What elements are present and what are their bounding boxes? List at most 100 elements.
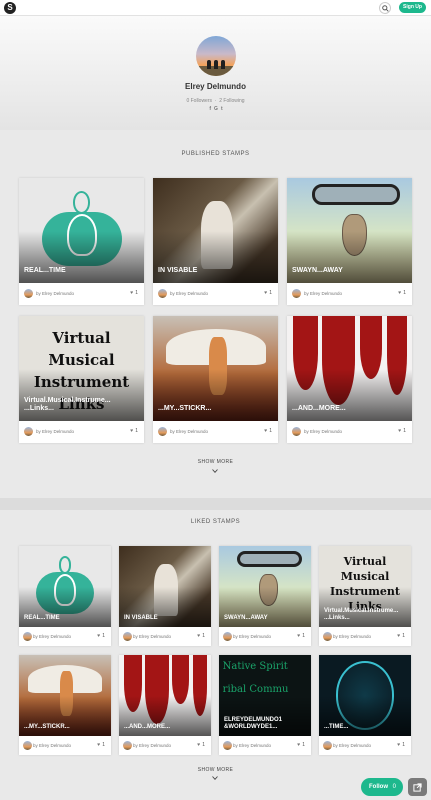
stamp-card[interactable]: VirtualMusicalInstrumentLinksVirtual.Mus… [319, 546, 411, 646]
author-avatar[interactable] [123, 632, 132, 641]
stamp-author[interactable]: by Elrey Delmundo [304, 429, 342, 434]
stamp-title[interactable]: ELREYDELMUNDO1 &WORLDWYDE1... [224, 717, 306, 731]
stamp-card[interactable]: REAL...TIME by Elrey Delmundo ♥ 1 [19, 546, 111, 646]
stamp-title[interactable]: ...MY...STICKR... [24, 724, 106, 731]
stamp-author[interactable]: by Elrey Delmundo [133, 634, 171, 639]
stamp-author[interactable]: by Elrey Delmundo [36, 291, 74, 296]
like-button[interactable]: ♥ 1 [197, 633, 205, 639]
stamp-card[interactable]: ...MY...STICKR... by Elrey Delmundo ♥ 1 [19, 655, 111, 755]
like-button[interactable]: ♥ 1 [130, 290, 138, 296]
author-avatar[interactable] [292, 427, 301, 436]
stamp-thumbnail[interactable]: Native Spirit ribal Commu ELREYDELMUNDO1 &… [219, 655, 311, 736]
stamp-title[interactable]: ...AND...MORE... [292, 405, 407, 413]
author-avatar[interactable] [223, 632, 232, 641]
like-button[interactable]: ♥ 1 [264, 290, 272, 296]
stamp-card[interactable]: ...TIME... by Elrey Delmundo ♥ 1 [319, 655, 411, 755]
like-button[interactable]: ♥ 1 [97, 742, 105, 748]
author-avatar[interactable] [23, 741, 32, 750]
stamp-author[interactable]: by Elrey Delmundo [33, 743, 71, 748]
stamp-thumbnail[interactable]: IN VISABLE [153, 178, 278, 283]
stamp-title[interactable]: Virtual.Musical.Instrume... ...Links... [324, 608, 406, 622]
stamp-card[interactable]: Native Spirit ribal Commu ELREYDELMUNDO1 &… [219, 655, 311, 755]
stamp-thumbnail[interactable]: ...MY...STICKR... [153, 316, 278, 421]
stamp-author[interactable]: by Elrey Delmundo [36, 429, 74, 434]
like-button[interactable]: ♥ 1 [297, 742, 305, 748]
stamp-title[interactable]: ...TIME... [324, 724, 406, 731]
stamp-card[interactable]: ...AND...MORE... by Elrey Delmundo ♥ 1 [119, 655, 211, 755]
published-show-more-button[interactable]: SHOW MORE [0, 459, 431, 465]
author-avatar[interactable] [23, 632, 32, 641]
like-button[interactable]: ♥ 1 [398, 428, 406, 434]
stamp-author[interactable]: by Elrey Delmundo [33, 634, 71, 639]
tumblr-icon[interactable]: t [221, 106, 223, 112]
author-avatar[interactable] [158, 427, 167, 436]
site-logo[interactable]: S [4, 2, 16, 14]
stamp-thumbnail[interactable]: ...AND...MORE... [287, 316, 412, 421]
stamp-thumbnail[interactable]: ...TIME... [319, 655, 411, 736]
stamp-author[interactable]: by Elrey Delmundo [133, 743, 171, 748]
stamp-card[interactable]: IN VISABLE by Elrey Delmundo ♥ 1 [119, 546, 211, 646]
liked-show-more-button[interactable]: SHOW MORE [0, 767, 431, 773]
author-avatar[interactable] [292, 289, 301, 298]
stamp-author[interactable]: by Elrey Delmundo [170, 429, 208, 434]
like-button[interactable]: ♥ 1 [398, 290, 406, 296]
stamp-thumbnail[interactable]: SWAYN...AWAY [287, 178, 412, 283]
search-button[interactable] [379, 2, 391, 14]
stamp-title[interactable]: Virtual.Musical.Instrume... ...Links... [24, 397, 139, 413]
stamp-title[interactable]: ...MY...STICKR... [158, 405, 273, 413]
share-button[interactable] [408, 778, 427, 796]
stamp-title[interactable]: SWAYN...AWAY [224, 615, 306, 622]
stamp-thumbnail[interactable]: VirtualMusicalInstrumentLinksVirtual.Mus… [319, 546, 411, 627]
author-avatar[interactable] [158, 289, 167, 298]
stamp-author[interactable]: by Elrey Delmundo [304, 291, 342, 296]
like-button[interactable]: ♥ 1 [397, 742, 405, 748]
like-button[interactable]: ♥ 1 [130, 428, 138, 434]
stamp-thumbnail[interactable]: REAL...TIME [19, 546, 111, 627]
like-button[interactable]: ♥ 1 [397, 633, 405, 639]
stamp-thumbnail[interactable]: IN VISABLE [119, 546, 211, 627]
stamp-card[interactable]: ...AND...MORE... by Elrey Delmundo ♥ 1 [287, 316, 412, 443]
stamp-thumbnail[interactable]: REAL...TIME [19, 178, 144, 283]
stamp-author[interactable]: by Elrey Delmundo [170, 291, 208, 296]
google-plus-icon[interactable]: G [214, 106, 218, 112]
following-label[interactable]: Following [223, 98, 244, 104]
like-button[interactable]: ♥ 1 [264, 428, 272, 434]
facebook-icon[interactable]: f [209, 106, 211, 112]
sign-up-button[interactable]: Sign Up [399, 2, 426, 13]
chevron-down-icon[interactable] [212, 469, 218, 473]
stamp-thumbnail[interactable]: ...MY...STICKR... [19, 655, 111, 736]
author-avatar[interactable] [24, 427, 33, 436]
like-button[interactable]: ♥ 1 [297, 633, 305, 639]
author-avatar[interactable] [24, 289, 33, 298]
followers-label[interactable]: Followers [191, 98, 212, 104]
followers-count[interactable]: 0 [186, 98, 189, 104]
stamp-title[interactable]: IN VISABLE [158, 267, 273, 275]
chevron-down-icon[interactable] [212, 776, 218, 780]
like-button[interactable]: ♥ 1 [197, 742, 205, 748]
stamp-title[interactable]: REAL...TIME [24, 615, 106, 622]
stamp-card[interactable]: REAL...TIME by Elrey Delmundo ♥ 1 [19, 178, 144, 305]
author-avatar[interactable] [123, 741, 132, 750]
like-button[interactable]: ♥ 1 [97, 633, 105, 639]
author-avatar[interactable] [223, 741, 232, 750]
stamp-title[interactable]: SWAYN...AWAY [292, 267, 407, 275]
stamp-author[interactable]: by Elrey Delmundo [233, 743, 271, 748]
stamp-thumbnail[interactable]: SWAYN...AWAY [219, 546, 311, 627]
stamp-author[interactable]: by Elrey Delmundo [333, 634, 371, 639]
stamp-author[interactable]: by Elrey Delmundo [233, 634, 271, 639]
stamp-card[interactable]: ...MY...STICKR... by Elrey Delmundo ♥ 1 [153, 316, 278, 443]
author-avatar[interactable] [323, 632, 332, 641]
follow-button[interactable]: Follow 0 [361, 778, 403, 796]
stamp-card[interactable]: VirtualMusicalInstrumentLinksVirtual.Mus… [19, 316, 144, 443]
stamp-title[interactable]: IN VISABLE [124, 615, 206, 622]
stamp-thumbnail[interactable]: ...AND...MORE... [119, 655, 211, 736]
stamp-card[interactable]: SWAYN...AWAY by Elrey Delmundo ♥ 1 [219, 546, 311, 646]
stamp-title[interactable]: ...AND...MORE... [124, 724, 206, 731]
stamp-card[interactable]: IN VISABLE by Elrey Delmundo ♥ 1 [153, 178, 278, 305]
following-count[interactable]: 2 [219, 98, 222, 104]
stamp-title[interactable]: REAL...TIME [24, 267, 139, 275]
author-avatar[interactable] [323, 741, 332, 750]
stamp-thumbnail[interactable]: VirtualMusicalInstrumentLinksVirtual.Mus… [19, 316, 144, 421]
stamp-card[interactable]: SWAYN...AWAY by Elrey Delmundo ♥ 1 [287, 178, 412, 305]
stamp-author[interactable]: by Elrey Delmundo [333, 743, 371, 748]
